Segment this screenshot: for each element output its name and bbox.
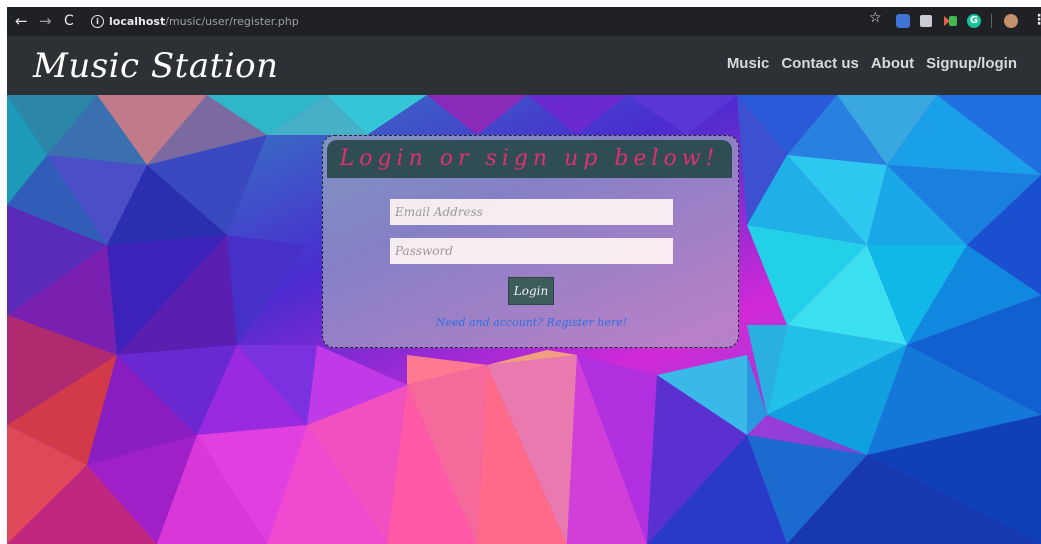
extension-icon[interactable] (944, 14, 958, 28)
nav-link-music[interactable]: Music (727, 53, 770, 75)
nav-links: Music Contact us About Signup/login (727, 53, 1017, 75)
nav-link-contact[interactable]: Contact us (781, 53, 859, 75)
register-link[interactable]: Need and account? Register here! (323, 316, 740, 329)
url-host: localhost (109, 15, 166, 28)
email-input[interactable] (390, 199, 673, 225)
login-card: Login or sign up below! Login Need and a… (322, 135, 739, 348)
star-icon[interactable]: ☆ (869, 10, 882, 26)
site-brand[interactable]: Music Station (33, 42, 279, 90)
browser-toolbar: ← → C i localhost/music/user/register.ph… (7, 7, 1041, 36)
password-input[interactable] (390, 238, 673, 264)
nav-link-about[interactable]: About (871, 53, 914, 75)
reload-icon[interactable]: C (64, 11, 74, 31)
avatar[interactable] (1004, 14, 1018, 28)
back-arrow-icon[interactable]: ← (15, 11, 28, 31)
login-title: Login or sign up below! (327, 140, 732, 178)
grammarly-icon[interactable]: G (967, 14, 981, 28)
forward-arrow-icon[interactable]: → (39, 11, 52, 31)
browser-window: ← → C i localhost/music/user/register.ph… (7, 7, 1041, 544)
extension-icon[interactable] (920, 15, 932, 27)
info-icon[interactable]: i (91, 15, 104, 28)
menu-icon[interactable]: ⋮ (1032, 12, 1041, 28)
site-navbar: Music Station Music Contact us About Sig… (7, 36, 1041, 95)
login-button[interactable]: Login (508, 277, 554, 305)
address-bar[interactable]: i localhost/music/user/register.php (87, 11, 867, 32)
toolbar-separator (991, 14, 992, 28)
url-path: /music/user/register.php (165, 15, 299, 28)
url-text: localhost/music/user/register.php (109, 11, 299, 32)
nav-link-signup-login[interactable]: Signup/login (926, 53, 1017, 75)
extension-icon[interactable] (896, 14, 910, 28)
